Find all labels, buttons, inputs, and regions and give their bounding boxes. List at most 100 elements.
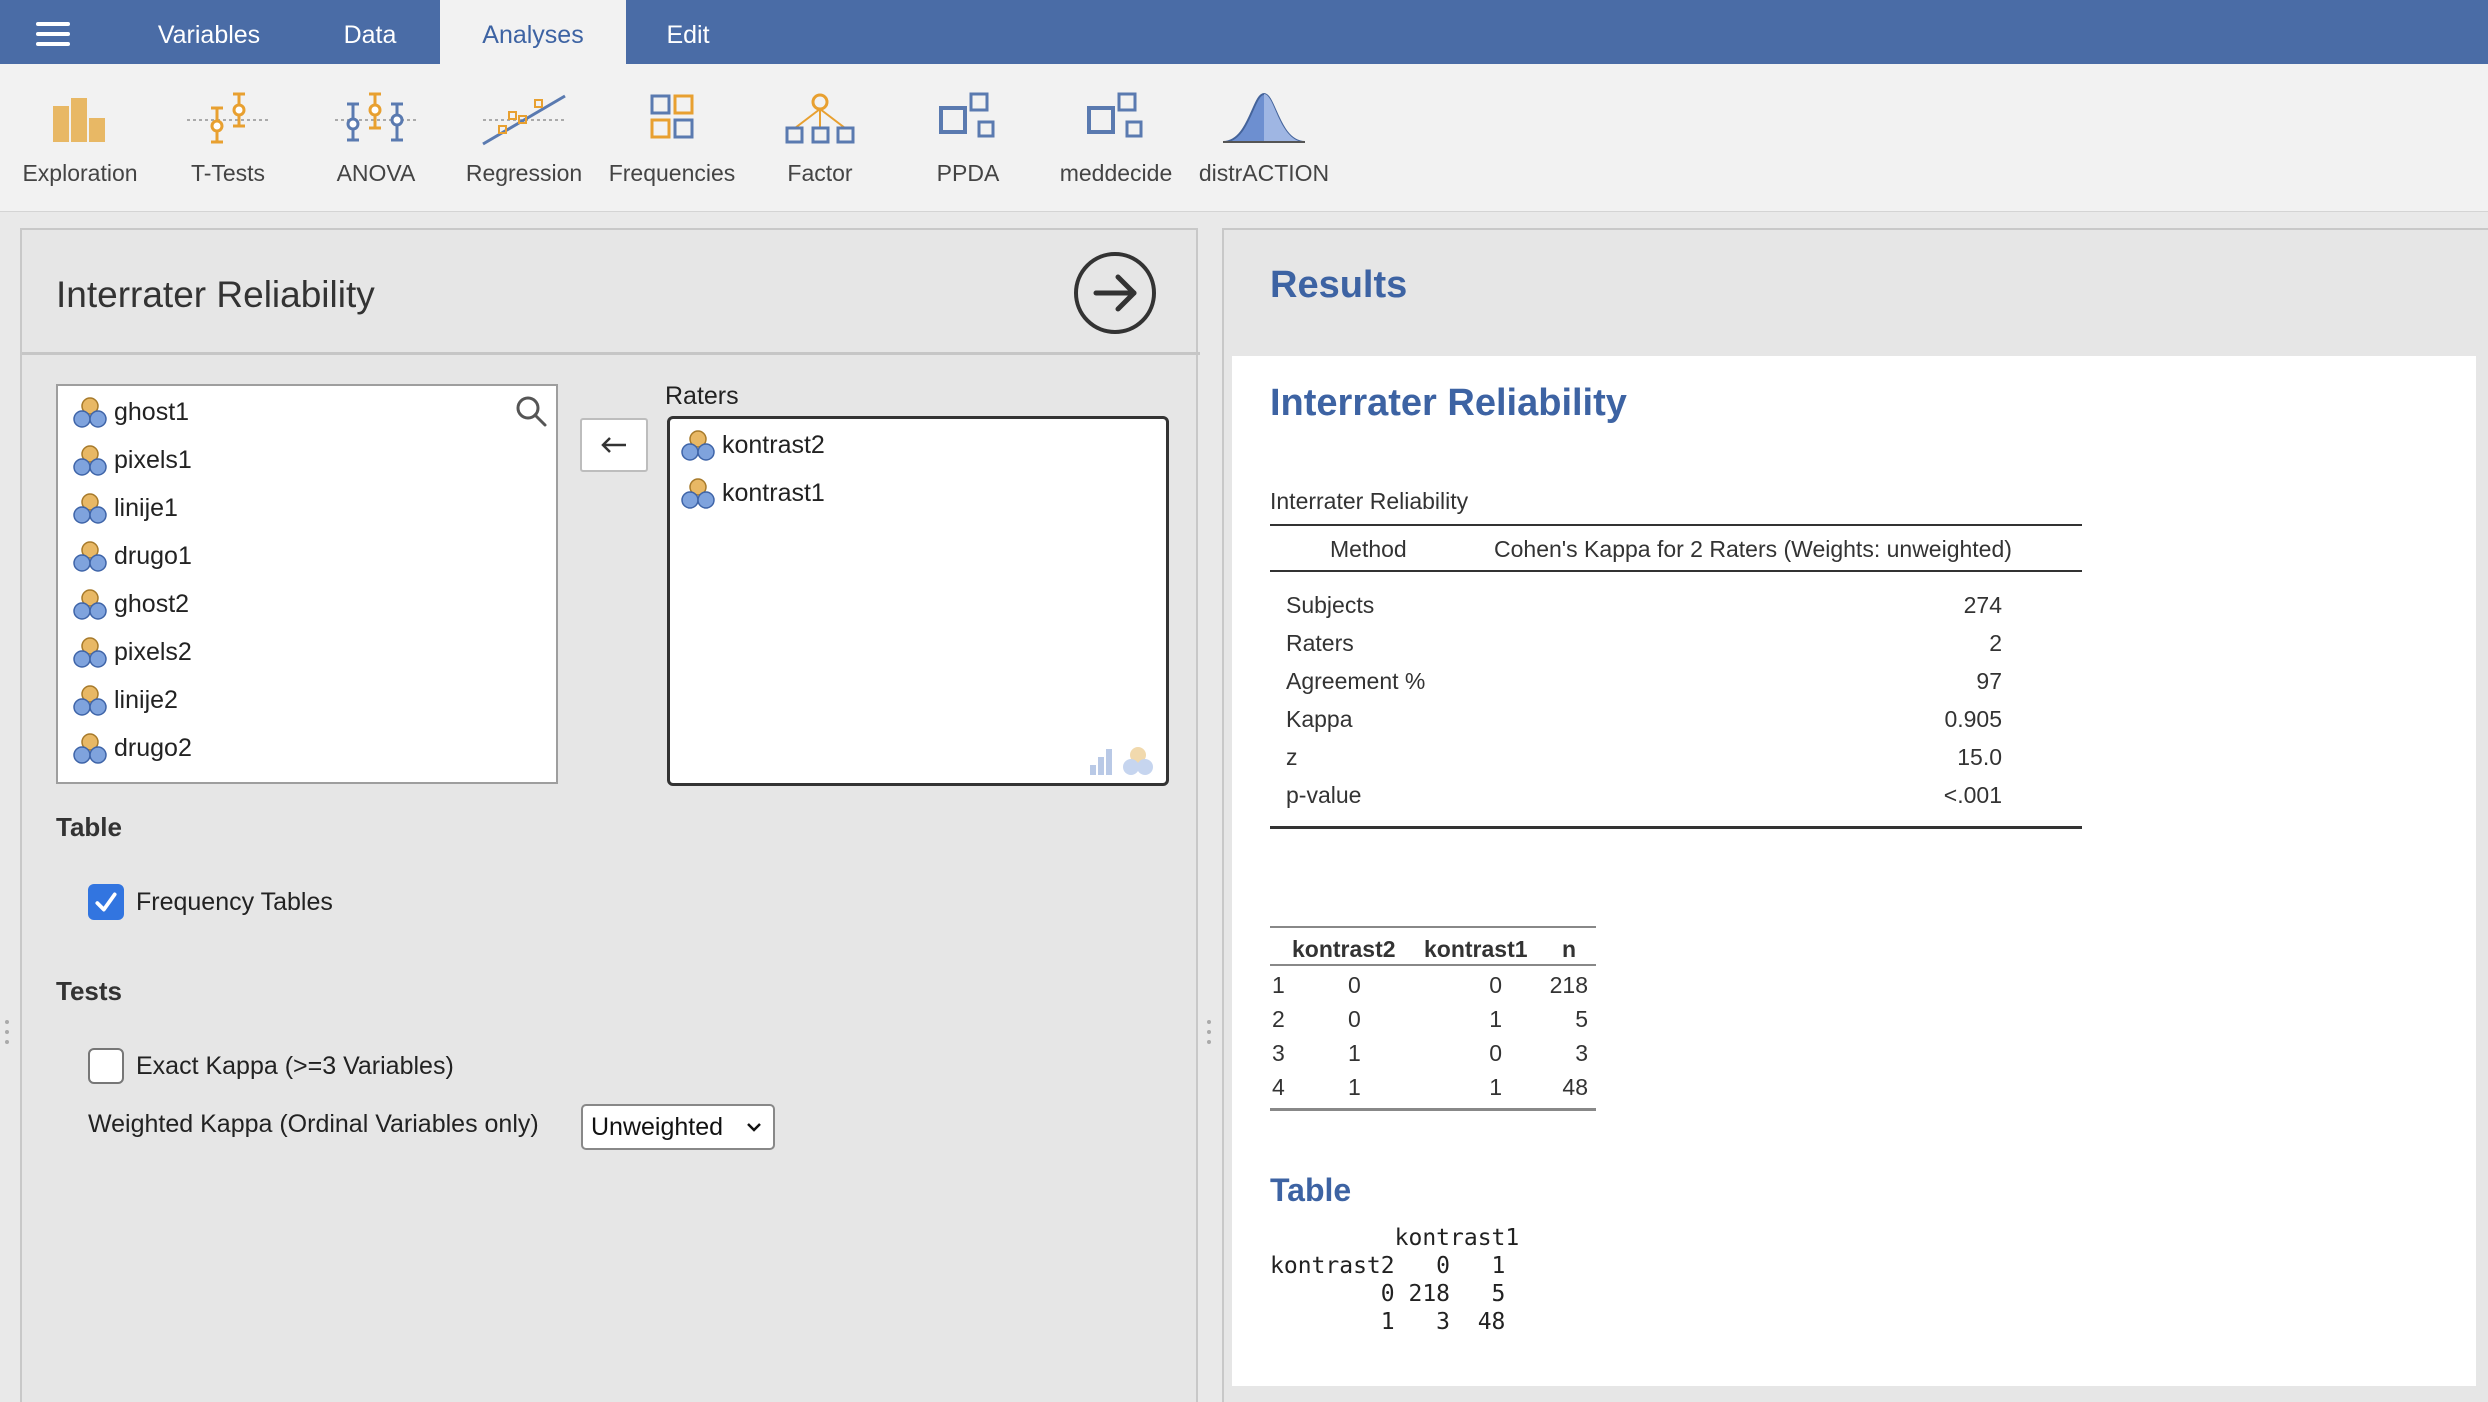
distraction-icon xyxy=(1222,92,1306,143)
collapse-options-button[interactable] xyxy=(1074,252,1156,334)
variable-list[interactable]: ghost1 pixels1 linije1 drugo1 ghost2 pix… xyxy=(56,384,558,784)
nominal-variable-icon xyxy=(681,430,715,461)
nominal-variable-icon xyxy=(73,493,107,524)
analysis-title: Interrater Reliability xyxy=(1270,382,1627,424)
factor-icon xyxy=(785,93,855,144)
tests-section-heading: Tests xyxy=(56,976,122,1006)
freq-cell-n: 48 xyxy=(1562,1074,1588,1100)
panel-resize-handle[interactable] xyxy=(1205,1020,1213,1050)
freq-header-kontrast1: kontrast1 xyxy=(1424,936,1528,962)
freq-cell: 0 xyxy=(1489,1040,1502,1066)
freq-row-index: 3 xyxy=(1272,1040,1285,1066)
row-label-agreement: Agreement % xyxy=(1286,668,1426,694)
ribbon-distraction-button[interactable]: distrACTION xyxy=(1189,90,1339,200)
tab-edit[interactable]: Edit xyxy=(626,0,750,64)
variable-item-drugo2[interactable]: drugo2 xyxy=(72,728,192,768)
main-table-caption: Interrater Reliability xyxy=(1270,488,1469,514)
weighted-kappa-label: Weighted Kappa (Ordinal Variables only) xyxy=(88,1110,539,1138)
ribbon-meddecide-button[interactable]: meddecide xyxy=(1041,90,1191,200)
variable-item-drugo1[interactable]: drugo1 xyxy=(72,536,192,576)
column-header-method: Method xyxy=(1330,536,1407,562)
row-value-z: 15.0 xyxy=(1957,744,2002,770)
row-value-kappa: 0.905 xyxy=(1944,706,2002,732)
title-divider xyxy=(22,352,1200,355)
freq-cell: 1 xyxy=(1348,1074,1361,1100)
freq-table-header-rule xyxy=(1270,964,1596,966)
chevron-down-icon xyxy=(747,1123,761,1132)
freq-cell: 0 xyxy=(1489,972,1502,998)
freq-cell: 1 xyxy=(1489,1074,1502,1100)
freq-row-index: 1 xyxy=(1272,972,1285,998)
freq-cell: 0 xyxy=(1348,972,1361,998)
variable-item-ghost2[interactable]: ghost2 xyxy=(72,584,189,624)
raters-list[interactable]: kontrast2 kontrast1 xyxy=(667,416,1169,786)
nominal-variable-icon xyxy=(73,589,107,620)
freq-header-kontrast2: kontrast2 xyxy=(1292,936,1396,962)
nominal-variable-icon xyxy=(681,478,715,509)
allowed-variable-types-icon xyxy=(1090,747,1153,775)
ppda-icon xyxy=(939,92,995,138)
row-label-p-value: p-value xyxy=(1286,782,1362,808)
nominal-variable-icon xyxy=(73,733,107,764)
freq-cell-n: 218 xyxy=(1549,972,1588,998)
checkbox-unchecked-icon[interactable] xyxy=(88,1048,124,1084)
arrow-right-circle-icon xyxy=(1093,274,1137,312)
ribbon-regression-button[interactable]: Regression xyxy=(449,90,599,200)
freq-cell: 1 xyxy=(1348,1040,1361,1066)
ribbon-t-tests-button[interactable]: T-Tests xyxy=(153,90,303,200)
row-label-z: z xyxy=(1286,744,1298,770)
table-section-title: Table xyxy=(1270,1172,1352,1208)
checkbox-checked-icon[interactable] xyxy=(88,884,124,920)
nominal-variable-icon xyxy=(73,397,107,428)
options-title: Interrater Reliability xyxy=(56,274,375,315)
variable-item-linije2[interactable]: linije2 xyxy=(72,680,178,720)
rater-item-kontrast2[interactable]: kontrast2 xyxy=(680,425,825,465)
weighted-kappa-select[interactable]: Unweighted xyxy=(581,1104,775,1150)
freq-table-top-rule xyxy=(1270,926,1596,928)
frequencies-icon xyxy=(650,94,694,139)
freq-cell: 1 xyxy=(1489,1006,1502,1032)
nominal-variable-icon xyxy=(73,685,107,716)
ribbon-anova-button[interactable]: ANOVA xyxy=(301,90,451,200)
variable-item-pixels1[interactable]: pixels1 xyxy=(72,440,192,480)
tab-data[interactable]: Data xyxy=(290,0,450,64)
row-value-raters: 2 xyxy=(1989,630,2002,656)
ribbon-exploration-button[interactable]: Exploration xyxy=(5,90,155,200)
search-icon[interactable] xyxy=(514,394,548,428)
ribbon-factor-button[interactable]: Factor xyxy=(745,90,895,200)
frequency-tables-checkbox[interactable]: Frequency Tables xyxy=(88,884,333,920)
top-menu-bar: Variables Data Analyses Edit xyxy=(0,0,2488,64)
freq-header-n: n xyxy=(1562,936,1577,962)
regression-icon xyxy=(482,94,566,146)
exact-kappa-checkbox[interactable]: Exact Kappa (>=3 Variables) xyxy=(88,1048,454,1084)
main-menu-icon[interactable] xyxy=(36,22,70,46)
variable-item-pixels2[interactable]: pixels2 xyxy=(72,632,192,672)
exploration-icon xyxy=(53,98,105,142)
ribbon-ppda-button[interactable]: PPDA xyxy=(893,90,1043,200)
results-heading: Results xyxy=(1270,264,1408,306)
raters-label: Raters xyxy=(665,382,739,410)
table-top-rule xyxy=(1270,524,2082,526)
tab-variables[interactable]: Variables xyxy=(128,0,290,64)
row-label-subjects: Subjects xyxy=(1286,592,1375,618)
table-header-rule xyxy=(1270,570,2082,572)
row-label-kappa: Kappa xyxy=(1286,706,1353,732)
arrow-left-icon xyxy=(601,437,626,453)
freq-row-index: 4 xyxy=(1272,1074,1285,1100)
column-header-kappa: Cohen's Kappa for 2 Raters (Weights: unw… xyxy=(1494,536,2012,562)
ribbon-frequencies-button[interactable]: Frequencies xyxy=(597,90,747,200)
freq-cell: 0 xyxy=(1348,1006,1361,1032)
freq-table-bottom-rule xyxy=(1270,1108,1596,1111)
tab-analyses[interactable]: Analyses xyxy=(440,0,626,64)
results-panel: Results Interrater Reliability Interrate… xyxy=(1222,228,2488,1402)
variable-item-ghost1[interactable]: ghost1 xyxy=(72,392,189,432)
results-content: Interrater Reliability Interrater Reliab… xyxy=(1232,356,2476,1386)
nominal-variable-icon xyxy=(73,445,107,476)
row-value-p-value: <.001 xyxy=(1943,782,2002,808)
variable-item-linije1[interactable]: linije1 xyxy=(72,488,178,528)
rater-item-kontrast1[interactable]: kontrast1 xyxy=(680,473,825,513)
left-edge-resize-handle[interactable] xyxy=(3,1020,11,1050)
nominal-variable-icon xyxy=(73,637,107,668)
t-tests-icon xyxy=(187,92,269,144)
move-variable-button[interactable] xyxy=(580,418,648,472)
